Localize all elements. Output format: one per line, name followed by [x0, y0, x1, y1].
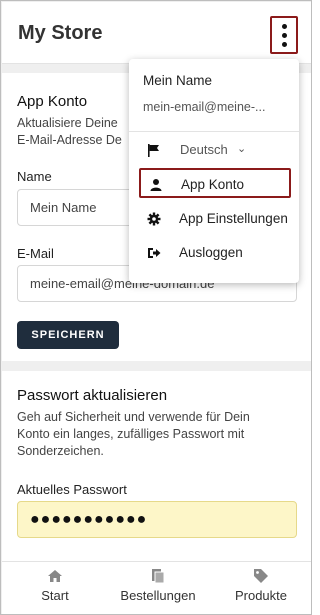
gear-icon	[147, 212, 161, 226]
name-label: Name	[17, 169, 52, 184]
nav-label-products: Produkte	[234, 588, 288, 603]
menu-user-email: mein-email@meine-...	[143, 100, 266, 114]
flag-icon	[148, 144, 159, 157]
bottom-nav: Start Bestellungen Produkte	[2, 561, 311, 614]
account-description-line2: E-Mail-Adresse De	[17, 133, 122, 147]
nav-item-products[interactable]: Produkte	[228, 568, 294, 603]
account-description-line1: Aktualisiere Deine	[17, 116, 118, 130]
top-bar: My Store	[2, 2, 311, 64]
more-menu-button[interactable]	[270, 16, 298, 54]
password-card: Passwort aktualisieren Geh auf Sicherhei…	[2, 371, 311, 561]
password-description-line2: Konto ein langes, zufälliges Passwort mi…	[17, 427, 245, 441]
menu-item-label: App Einstellungen	[179, 211, 288, 226]
current-password-field[interactable]: ●●●●●●●●●●●	[17, 501, 297, 538]
menu-item-ausloggen[interactable]: Ausloggen	[139, 238, 291, 268]
menu-item-app-einstellungen[interactable]: App Einstellungen	[139, 204, 291, 234]
chevron-down-icon: ⌄	[237, 143, 247, 155]
user-icon	[150, 179, 162, 191]
account-title: App Konto	[17, 93, 88, 110]
kebab-dot-icon	[281, 23, 287, 29]
logout-icon	[148, 248, 161, 258]
nav-label-orders: Bestellungen	[120, 588, 196, 603]
password-title: Passwort aktualisieren	[17, 387, 168, 404]
orders-icon	[152, 569, 165, 584]
password-description-line3: Sonderzeichen.	[17, 444, 104, 458]
language-label: Deutsch	[180, 142, 228, 157]
home-icon	[48, 570, 62, 582]
app-frame: My Store App Konto Aktualisiere Deine E-…	[0, 0, 312, 615]
menu-divider	[129, 131, 299, 132]
app-title: My Store	[18, 22, 103, 44]
email-label: E-Mail	[17, 246, 54, 261]
nav-label-start: Start	[41, 588, 69, 603]
tag-icon	[254, 569, 268, 583]
nav-item-orders[interactable]: Bestellungen	[112, 568, 204, 603]
kebab-dot-icon	[281, 32, 287, 38]
menu-item-label: App Konto	[181, 177, 245, 192]
current-password-label: Aktuelles Passwort	[17, 482, 127, 497]
nav-item-start[interactable]: Start	[32, 568, 78, 603]
menu-item-app-konto[interactable]: App Konto	[139, 168, 291, 198]
password-description-line1: Geh auf Sicherheit und verwende für Dein	[17, 410, 250, 424]
language-selector[interactable]: Deutsch ⌄	[143, 139, 293, 161]
account-dropdown-menu: Mein Name mein-email@meine-... Deutsch ⌄…	[129, 59, 299, 283]
save-button[interactable]: SPEICHERN	[17, 321, 119, 349]
menu-item-label: Ausloggen	[179, 245, 243, 260]
kebab-dot-icon	[281, 41, 287, 47]
menu-user-name: Mein Name	[143, 73, 213, 88]
